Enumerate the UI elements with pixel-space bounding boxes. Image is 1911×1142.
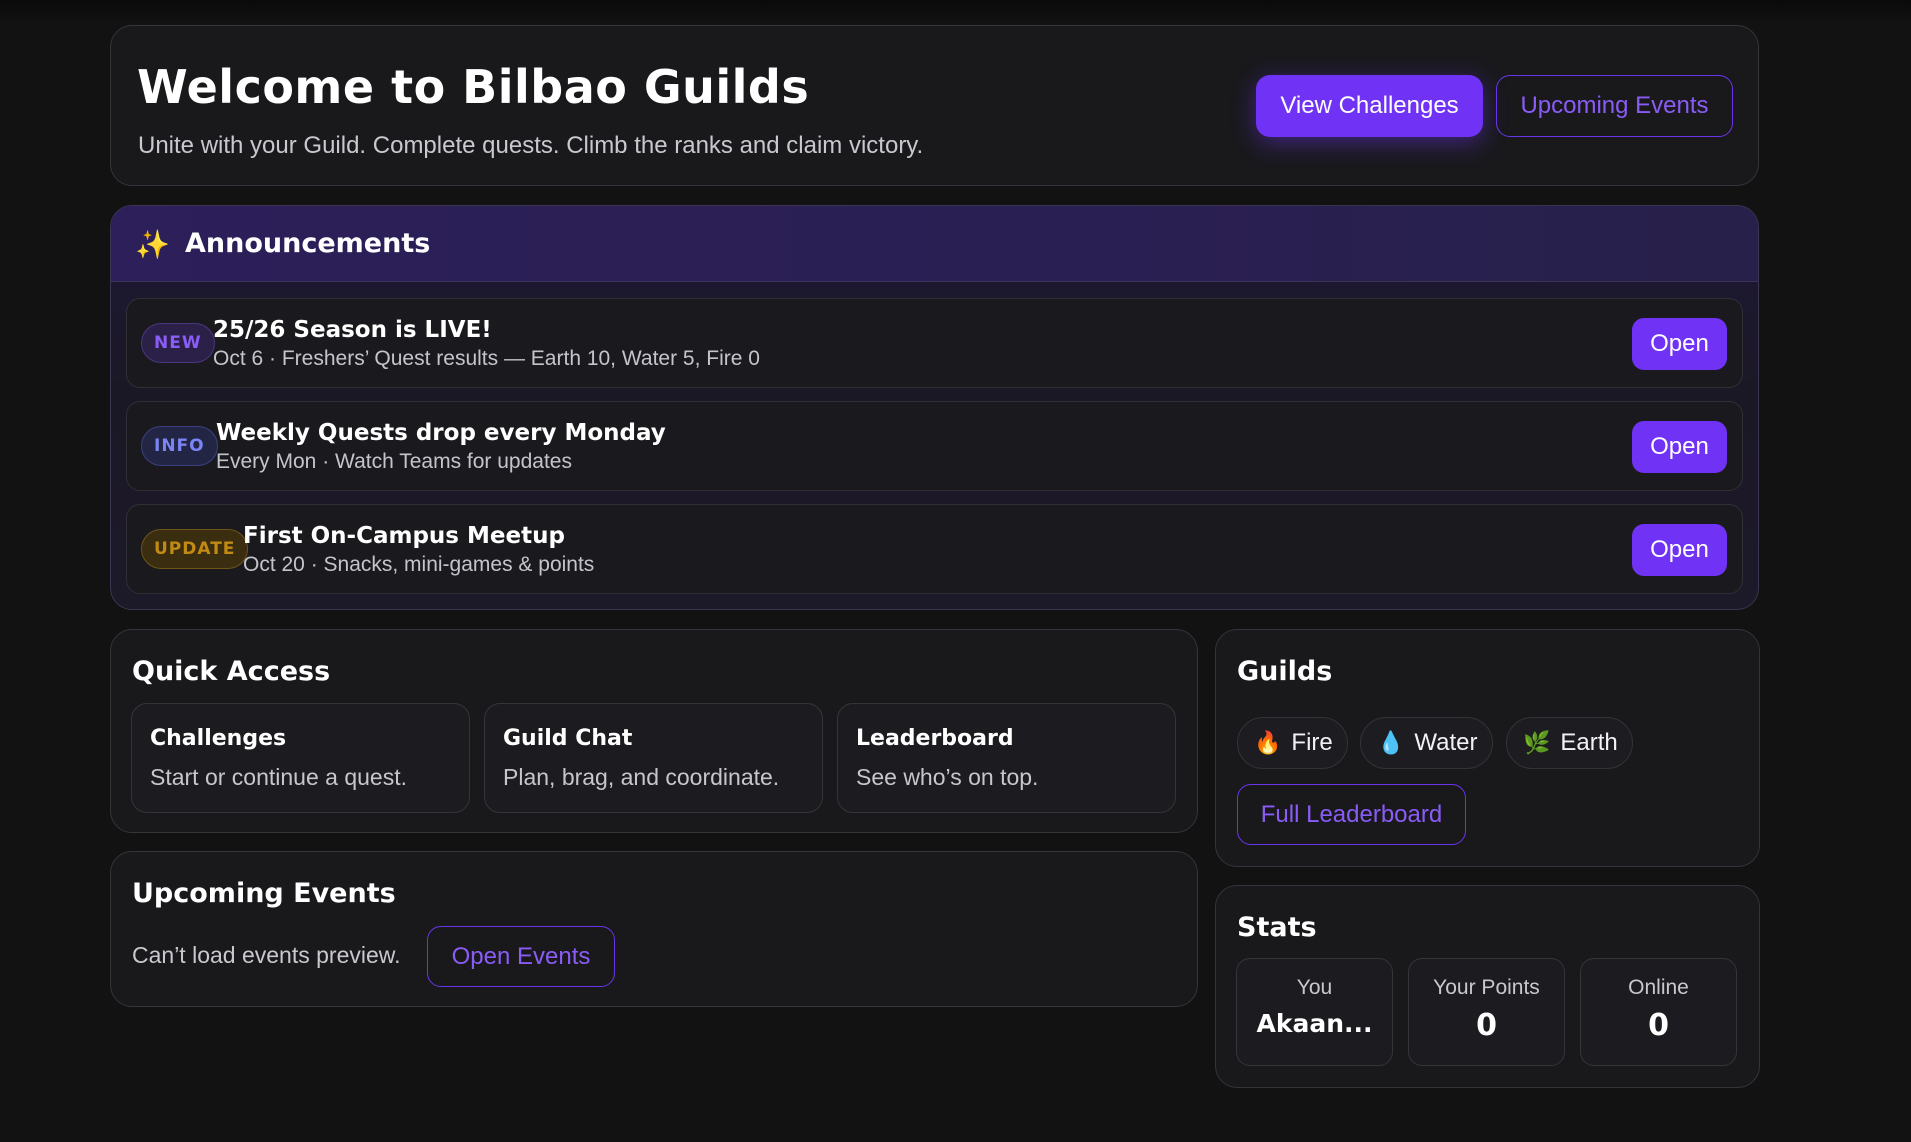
full-leaderboard-button[interactable]: Full Leaderboard bbox=[1237, 784, 1466, 845]
guild-chip-label: Water bbox=[1414, 729, 1478, 756]
herb-icon: 🌿 bbox=[1523, 730, 1551, 755]
page-subtitle: Unite with your Guild. Complete quests. … bbox=[138, 132, 924, 159]
guild-chip-label: Fire bbox=[1291, 729, 1333, 756]
upcoming-events-card: Upcoming Events Can’t load events previe… bbox=[110, 851, 1198, 1007]
tile-title: Challenges bbox=[150, 726, 287, 751]
stats-title: Stats bbox=[1237, 912, 1317, 943]
challenges-tile[interactable]: Challenges Start or continue a quest. bbox=[131, 703, 470, 813]
announcements-header: ✨ Announcements bbox=[111, 206, 1758, 282]
stat-value: 0 bbox=[1648, 1008, 1669, 1043]
guilds-card: Guilds 🔥 Fire 💧 Water 🌿 Earth Full Leade… bbox=[1215, 629, 1760, 867]
open-announcement-button[interactable]: Open bbox=[1632, 421, 1727, 473]
leaderboard-tile[interactable]: Leaderboard See who’s on top. bbox=[837, 703, 1176, 813]
stat-label: Online bbox=[1628, 976, 1689, 999]
guilds-title: Guilds bbox=[1237, 656, 1333, 687]
upcoming-events-title: Upcoming Events bbox=[132, 878, 396, 909]
announcement-subtitle: Every Mon · Watch Teams for updates bbox=[216, 450, 572, 473]
info-badge: INFO bbox=[141, 426, 218, 466]
announcements-card: ✨ Announcements NEW 25/26 Season is LIVE… bbox=[110, 205, 1759, 610]
guild-chat-tile[interactable]: Guild Chat Plan, brag, and coordinate. bbox=[484, 703, 823, 813]
announcement-item: NEW 25/26 Season is LIVE! Oct 6 · Freshe… bbox=[126, 298, 1743, 388]
tile-subtitle: See who’s on top. bbox=[856, 764, 1039, 790]
stat-your-points: Your Points 0 bbox=[1408, 958, 1565, 1066]
stat-you: You Akaan... bbox=[1236, 958, 1393, 1066]
guild-chip-earth[interactable]: 🌿 Earth bbox=[1506, 717, 1633, 769]
stats-card: Stats You Akaan... Your Points 0 Online … bbox=[1215, 885, 1760, 1088]
announcement-item: UPDATE First On-Campus Meetup Oct 20 · S… bbox=[126, 504, 1743, 594]
guild-chip-fire[interactable]: 🔥 Fire bbox=[1237, 717, 1348, 769]
announcements-title: Announcements bbox=[185, 228, 431, 259]
announcement-subtitle: Oct 20 · Snacks, mini-games & points bbox=[243, 553, 595, 576]
stat-label: Your Points bbox=[1433, 976, 1540, 999]
stat-value: Akaan... bbox=[1256, 1009, 1373, 1038]
sparkles-icon: ✨ bbox=[135, 229, 170, 260]
stat-online: Online 0 bbox=[1580, 958, 1737, 1066]
open-announcement-button[interactable]: Open bbox=[1632, 318, 1727, 370]
tile-subtitle: Plan, brag, and coordinate. bbox=[503, 764, 780, 790]
announcement-subtitle: Oct 6 · Freshers’ Quest results — Earth … bbox=[213, 347, 760, 370]
announcement-title: 25/26 Season is LIVE! bbox=[213, 317, 492, 343]
view-challenges-button[interactable]: View Challenges bbox=[1256, 75, 1483, 137]
announcement-item: INFO Weekly Quests drop every Monday Eve… bbox=[126, 401, 1743, 491]
welcome-card: Welcome to Bilbao Guilds Unite with your… bbox=[110, 25, 1759, 186]
quick-access-title: Quick Access bbox=[132, 656, 331, 687]
water-drop-icon: 💧 bbox=[1377, 730, 1405, 755]
upcoming-events-button[interactable]: Upcoming Events bbox=[1496, 75, 1733, 137]
fire-icon: 🔥 bbox=[1254, 730, 1282, 755]
events-error-message: Can’t load events preview. bbox=[132, 942, 401, 968]
tile-subtitle: Start or continue a quest. bbox=[150, 764, 407, 790]
open-events-button[interactable]: Open Events bbox=[427, 926, 615, 987]
open-announcement-button[interactable]: Open bbox=[1632, 524, 1727, 576]
tile-title: Guild Chat bbox=[503, 726, 633, 751]
tile-title: Leaderboard bbox=[856, 726, 1014, 751]
page-title: Welcome to Bilbao Guilds bbox=[137, 60, 810, 114]
new-badge: NEW bbox=[141, 323, 215, 363]
guild-chip-water[interactable]: 💧 Water bbox=[1360, 717, 1493, 769]
stat-label: You bbox=[1296, 976, 1333, 999]
top-fade bbox=[0, 0, 1911, 22]
quick-access-card: Quick Access Challenges Start or continu… bbox=[110, 629, 1198, 833]
stat-value: 0 bbox=[1476, 1008, 1497, 1043]
announcement-title: Weekly Quests drop every Monday bbox=[216, 420, 666, 446]
update-badge: UPDATE bbox=[141, 529, 249, 569]
announcement-title: First On-Campus Meetup bbox=[243, 523, 565, 549]
guild-chip-label: Earth bbox=[1560, 729, 1618, 756]
